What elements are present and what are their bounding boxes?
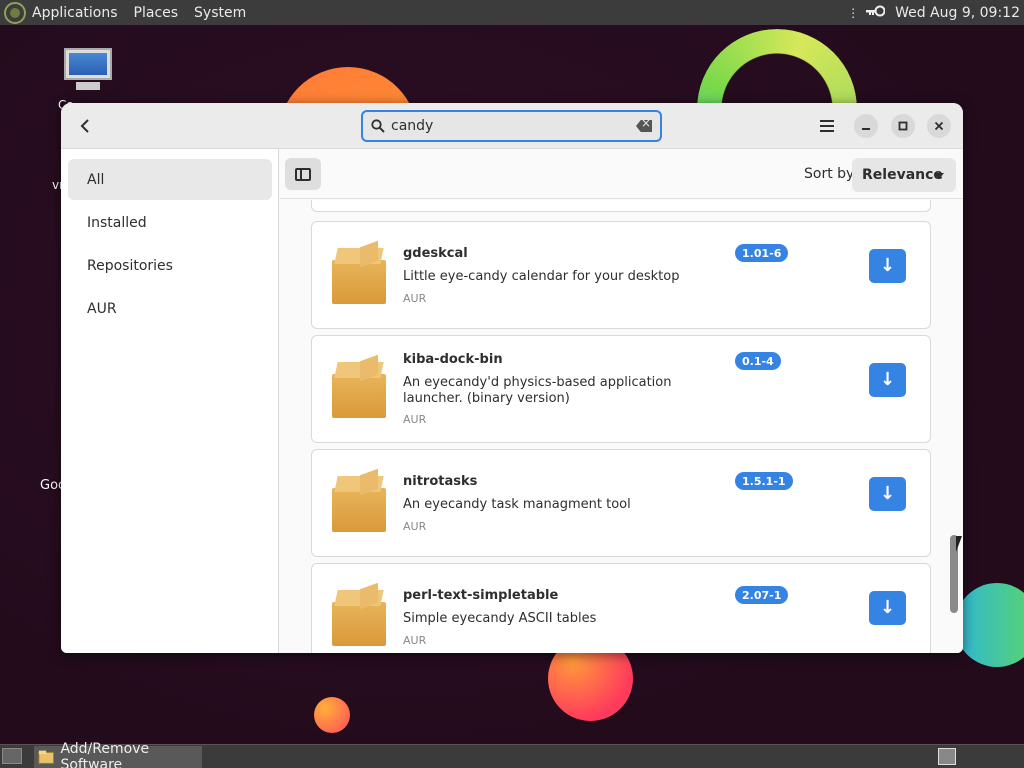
sidebar: All Installed Repositories AUR: [61, 149, 279, 653]
back-button[interactable]: [71, 112, 99, 140]
caret-down-icon: [934, 173, 944, 179]
download-arrow-icon: ↓: [879, 255, 896, 276]
package-box-icon: [332, 468, 386, 532]
maximize-icon: [898, 121, 908, 131]
version-badge: 1.5.1-1: [735, 472, 793, 490]
package-repo: AUR: [403, 520, 427, 533]
task-label: Add/Remove Software: [60, 740, 150, 768]
bottom-panel: Add/Remove Software: [0, 741, 1024, 768]
list-item[interactable]: gdeskcal Little eye-candy calendar for y…: [311, 221, 931, 329]
top-panel: Applications Places System ⋮ Wed Aug 9, …: [0, 0, 1024, 25]
package-name: perl-text-simpletable: [403, 588, 559, 603]
search-field[interactable]: [361, 110, 662, 142]
taskbar-item-add-remove-software[interactable]: Add/Remove Software: [34, 741, 202, 768]
package-repo: AUR: [403, 292, 427, 305]
main-menu-button[interactable]: [813, 112, 841, 140]
sidebar-toggle-button[interactable]: [285, 158, 321, 190]
install-button[interactable]: ↓: [869, 591, 906, 625]
header-bar: [61, 103, 963, 149]
package-box-icon: [332, 582, 386, 646]
package-repo: AUR: [403, 634, 427, 647]
network-key-icon[interactable]: [865, 4, 886, 22]
download-arrow-icon: ↓: [879, 483, 896, 504]
package-list: gdeskcal Little eye-candy calendar for y…: [280, 200, 963, 653]
version-badge: 2.07-1: [735, 586, 789, 604]
close-icon: [934, 121, 944, 131]
sidebar-item-installed[interactable]: Installed: [68, 202, 272, 243]
distro-logo-icon[interactable]: [4, 1, 26, 24]
hamburger-menu-icon: [820, 120, 834, 132]
package-description: An eyecandy'd physics-based application …: [403, 375, 672, 406]
menu-places[interactable]: Places: [134, 5, 179, 21]
list-item[interactable]: [311, 200, 931, 212]
minimize-button[interactable]: [854, 114, 878, 138]
sidebar-item-label: Installed: [87, 214, 147, 231]
package-name: kiba-dock-bin: [403, 352, 503, 367]
version-badge: 0.1-4: [735, 352, 781, 370]
chevron-left-icon: [80, 119, 89, 133]
close-button[interactable]: [927, 114, 951, 138]
menu-applications[interactable]: Applications: [32, 5, 118, 21]
download-arrow-icon: ↓: [879, 597, 896, 618]
sidebar-item-repositories[interactable]: Repositories: [68, 245, 272, 286]
sort-value: Relevance: [862, 167, 943, 183]
maximize-button[interactable]: [891, 114, 915, 138]
package-description: Little eye-candy calendar for your deskt…: [403, 269, 680, 284]
computer-desktop-icon[interactable]: [62, 46, 114, 94]
package-name: nitrotasks: [403, 474, 478, 489]
scrollbar[interactable]: [950, 208, 958, 648]
content-area: Sort by Relevance gdeskcal Little eye-ca…: [280, 149, 963, 653]
package-name: gdeskcal: [403, 246, 468, 261]
sort-label: Sort by: [804, 166, 855, 182]
workspace-switcher[interactable]: [938, 748, 956, 765]
sidebar-item-label: All: [87, 171, 105, 188]
package-description: An eyecandy task managment tool: [403, 497, 631, 512]
wallpaper-small-circle: [314, 697, 350, 733]
list-item[interactable]: nitrotasks An eyecandy task managment to…: [311, 449, 931, 557]
tray-more-icon[interactable]: ⋮: [847, 6, 859, 20]
sidebar-item-label: AUR: [87, 300, 117, 317]
clear-search-icon[interactable]: [636, 120, 652, 132]
clock[interactable]: Wed Aug 9, 09:12: [895, 5, 1020, 21]
sidebar-item-aur[interactable]: AUR: [68, 288, 272, 329]
download-arrow-icon: ↓: [879, 369, 896, 390]
sidebar-item-label: Repositories: [87, 257, 173, 274]
software-window: All Installed Repositories AUR Sort by R…: [61, 103, 963, 653]
mouse-cursor-icon: [956, 536, 968, 552]
menu-system[interactable]: System: [194, 5, 246, 21]
package-box-icon: [332, 354, 386, 418]
sidebar-item-all[interactable]: All: [68, 159, 272, 200]
minimize-icon: [862, 128, 870, 130]
install-button[interactable]: ↓: [869, 249, 906, 283]
list-item[interactable]: kiba-dock-bin An eyecandy'd physics-base…: [311, 335, 931, 443]
package-repo: AUR: [403, 413, 427, 426]
install-button[interactable]: ↓: [869, 477, 906, 511]
install-button[interactable]: ↓: [869, 363, 906, 397]
list-item[interactable]: perl-text-simpletable Simple eyecandy AS…: [311, 563, 931, 653]
search-icon: [371, 119, 385, 133]
content-toolbar: Sort by Relevance: [280, 149, 963, 199]
search-input[interactable]: [391, 118, 636, 134]
sort-dropdown[interactable]: Relevance: [852, 158, 956, 192]
show-desktop-icon[interactable]: [2, 748, 22, 764]
package-box-icon: [332, 240, 386, 304]
version-badge: 1.01-6: [735, 244, 789, 262]
package-manager-icon: [38, 750, 54, 764]
package-description: Simple eyecandy ASCII tables: [403, 611, 597, 626]
sidebar-toggle-icon: [295, 167, 311, 181]
